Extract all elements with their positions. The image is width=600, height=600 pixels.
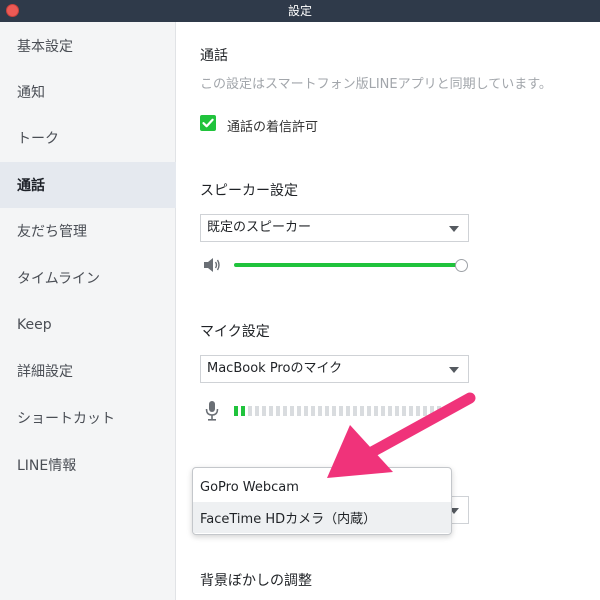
sidebar-item-chats[interactable]: トーク [0,115,176,161]
speaker-icon [204,258,220,272]
window-title: 設定 [287,4,312,18]
microphone-icon [205,401,219,421]
camera-option-facetime[interactable]: FaceTime HDカメラ（内蔵） [193,502,451,533]
speaker-volume-slider[interactable] [234,263,462,267]
mic-level-bar [402,406,406,416]
sidebar-item-keep[interactable]: Keep [0,302,176,348]
sidebar-item-about[interactable]: LINE情報 [0,442,176,488]
mic-level-bar [290,406,294,416]
speaker-select-value: 既定のスピーカー [207,220,312,235]
mic-level-bar [262,406,266,416]
mic-level-bar [430,406,434,416]
speaker-select[interactable]: 既定のスピーカー [200,214,469,242]
mic-level-bar [437,406,441,416]
mic-level-bar [332,406,336,416]
allow-incoming-checkbox[interactable] [200,115,216,131]
speaker-section-title: スピーカー設定 [200,183,298,199]
mic-level-bar [395,406,399,416]
sidebar-item-friends[interactable]: 友だち管理 [0,208,176,254]
mic-level-bar [311,406,315,416]
mic-level-bar [234,406,238,416]
speaker-volume-handle[interactable] [455,259,468,272]
mic-level-bar [276,406,280,416]
mic-level-bar [318,406,322,416]
mic-level-bar [297,406,301,416]
mic-level-bar [423,406,427,416]
sidebar-item-calls[interactable]: 通話 [0,162,176,208]
checkmark-icon [202,118,214,128]
sidebar-item-shortcuts[interactable]: ショートカット [0,395,176,441]
mic-level-bar [360,406,364,416]
sidebar-item-timeline[interactable]: タイムライン [0,255,176,301]
mic-level-bar [255,406,259,416]
mic-level-bar [269,406,273,416]
mic-level-bar [353,406,357,416]
background-blur-title: 背景ぼかしの調整 [200,573,312,589]
sync-note: この設定はスマートフォン版LINEアプリと同期しています。 [200,77,552,92]
title-bar: 設定 [0,0,600,22]
mic-level-bar [346,406,350,416]
mic-level-meter [234,406,441,416]
mic-select-value: MacBook Proのマイク [207,361,343,376]
mic-section-title: マイク設定 [200,324,270,340]
mic-level-bar [388,406,392,416]
sidebar-item-basic[interactable]: 基本設定 [0,23,176,69]
calls-section-title: 通話 [200,48,228,64]
mic-level-bar [325,406,329,416]
camera-option-gopro[interactable]: GoPro Webcam [193,472,451,503]
chevron-down-icon [449,367,459,373]
allow-incoming-label: 通話の着信許可 [227,120,319,135]
camera-dropdown-menu: GoPro Webcam FaceTime HDカメラ（内蔵） [192,467,452,535]
mic-select[interactable]: MacBook Proのマイク [200,355,469,383]
mic-level-bar [339,406,343,416]
mic-level-bar [409,406,413,416]
sidebar-item-advanced[interactable]: 詳細設定 [0,348,176,394]
mic-level-bar [381,406,385,416]
mic-level-bar [283,406,287,416]
sidebar-item-notifications[interactable]: 通知 [0,69,176,115]
settings-sidebar: 基本設定 通知 トーク 通話 友だち管理 タイムライン Keep 詳細設定 ショ… [0,22,176,600]
mic-level-bar [248,406,252,416]
mic-level-bar [241,406,245,416]
chevron-down-icon [449,226,459,232]
mic-level-bar [304,406,308,416]
mic-level-bar [374,406,378,416]
mic-level-bar [416,406,420,416]
mic-level-bar [367,406,371,416]
